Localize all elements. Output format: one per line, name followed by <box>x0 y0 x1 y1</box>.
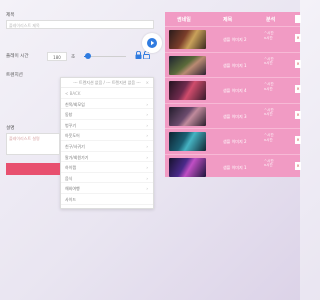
row-name: 샘플 이미지 3 <box>223 113 247 119</box>
dropdown-item[interactable]: 아웃도어 › <box>61 130 153 141</box>
dropdown-item[interactable]: 하이캠 › <box>61 162 153 173</box>
row-name: 샘플 이미지 1 <box>223 164 247 170</box>
chevron-right-icon: › <box>146 186 148 192</box>
dropdown-item[interactable]: 해외여행 › <box>61 183 153 194</box>
col-thumbnail: 썸네일 <box>177 17 191 23</box>
lock-icon[interactable] <box>135 50 142 61</box>
chevron-right-icon: › <box>146 165 148 171</box>
col-name: 제목 <box>223 17 233 23</box>
dropdown-item[interactable]: 벙꾸기 › <box>61 120 153 131</box>
delete-icon[interactable]: × <box>295 136 301 144</box>
chevron-right-icon: › <box>146 101 148 107</box>
thumbnail-image <box>169 106 206 126</box>
slider-handle[interactable] <box>85 53 91 59</box>
play-time-slider[interactable] <box>84 53 126 59</box>
title-input[interactable]: 플레이리스트 제목 <box>6 20 154 29</box>
table-row[interactable]: 샘플 이미지 1 ^시간 v시간 × <box>165 51 301 78</box>
playlist-table: 썸네일 제목 분석 샘플 이미지 2 ^시간 v시간 × 샘플 이미지 1 ^시간… <box>165 12 301 180</box>
play-time-input[interactable]: 180 <box>47 52 67 61</box>
chevron-right-icon: › <box>146 154 148 160</box>
table-row[interactable]: 샘플 이미지 1 ^시간 v시간 × <box>165 153 301 180</box>
delete-icon[interactable]: × <box>295 85 301 93</box>
row-time[interactable]: ^시간 v시간 <box>264 133 274 142</box>
row-name: 샘플 이미지 4 <box>223 88 247 93</box>
chevron-right-icon: › <box>146 143 148 149</box>
chevron-right-icon: › <box>146 122 148 128</box>
row-name: 샘플 이미지 2 <box>223 139 247 144</box>
category-dropdown[interactable]: --- 트렌지션 없음 / --- 트렌지션 없음 --- × < BACK 친… <box>60 77 154 209</box>
dropdown-item[interactable]: 음식 › <box>61 173 153 184</box>
thumbnail-image <box>169 30 206 49</box>
thumbnail-image <box>169 157 206 177</box>
row-name: 샘플 이미지 2 <box>223 37 247 42</box>
title-label: 제목 <box>6 13 15 18</box>
dropdown-item[interactable]: 친구/사귀기 › <box>61 141 153 152</box>
header-action[interactable] <box>295 15 301 23</box>
dropdown-item[interactable]: 친목/회모임 › <box>61 99 153 110</box>
chevron-right-icon: › <box>146 175 148 181</box>
delete-icon[interactable]: × <box>295 161 301 170</box>
chevron-right-icon: › <box>146 133 148 139</box>
play-time-unit: 초 <box>71 55 76 60</box>
category-label: 트렌지션 <box>6 73 23 78</box>
table-header: 썸네일 제목 분석 <box>165 12 301 26</box>
table-row[interactable]: 샘플 이미지 3 ^시간 v시간 × <box>165 102 301 129</box>
table-row[interactable]: 샘플 이미지 2 ^시간 v시간 × <box>165 26 301 52</box>
delete-icon[interactable]: × <box>295 110 301 119</box>
delete-icon[interactable]: × <box>295 59 301 68</box>
clear-icon[interactable]: × <box>146 80 149 85</box>
description-label: 설명 <box>6 126 15 131</box>
dropdown-item[interactable]: 말가/회원가기 › <box>61 152 153 163</box>
description-textarea[interactable]: 플레이리스트 설명 <box>6 133 60 155</box>
thumbnail-image <box>169 132 206 151</box>
dropdown-item[interactable]: 사이드 <box>61 194 153 205</box>
row-time[interactable]: ^시간 v시간 <box>264 57 274 66</box>
row-name: 샘플 이미지 1 <box>223 62 247 68</box>
thumbnail-image <box>169 55 206 75</box>
dropdown-search-text: --- 트렌지션 없음 / --- 트렌지션 없음 --- <box>73 80 141 85</box>
row-time[interactable]: ^시간 v시간 <box>264 108 274 117</box>
submit-button[interactable] <box>6 163 60 175</box>
dropdown-back[interactable]: < BACK <box>61 88 153 99</box>
dropdown-search[interactable]: --- 트렌지션 없음 / --- 트렌지션 없음 --- × <box>61 78 153 88</box>
table-row[interactable]: 샘플 이미지 2 ^시간 v시간 × <box>165 128 301 154</box>
row-time[interactable]: ^시간 v시간 <box>264 31 274 40</box>
thumbnail-image <box>169 81 206 100</box>
play-icon <box>147 38 157 48</box>
table-row[interactable]: 샘플 이미지 4 ^시간 v시간 × <box>165 77 301 103</box>
play-time-label: 플레이 시간 <box>6 54 29 59</box>
row-time[interactable]: ^시간 v시간 <box>264 82 274 91</box>
delete-icon[interactable]: × <box>295 34 301 42</box>
play-button[interactable] <box>142 33 162 53</box>
dropdown-item[interactable]: 동창 › <box>61 109 153 120</box>
row-time[interactable]: ^시간 v시간 <box>264 159 274 168</box>
chevron-right-icon: › <box>146 112 148 118</box>
col-time: 분석 <box>266 17 276 23</box>
